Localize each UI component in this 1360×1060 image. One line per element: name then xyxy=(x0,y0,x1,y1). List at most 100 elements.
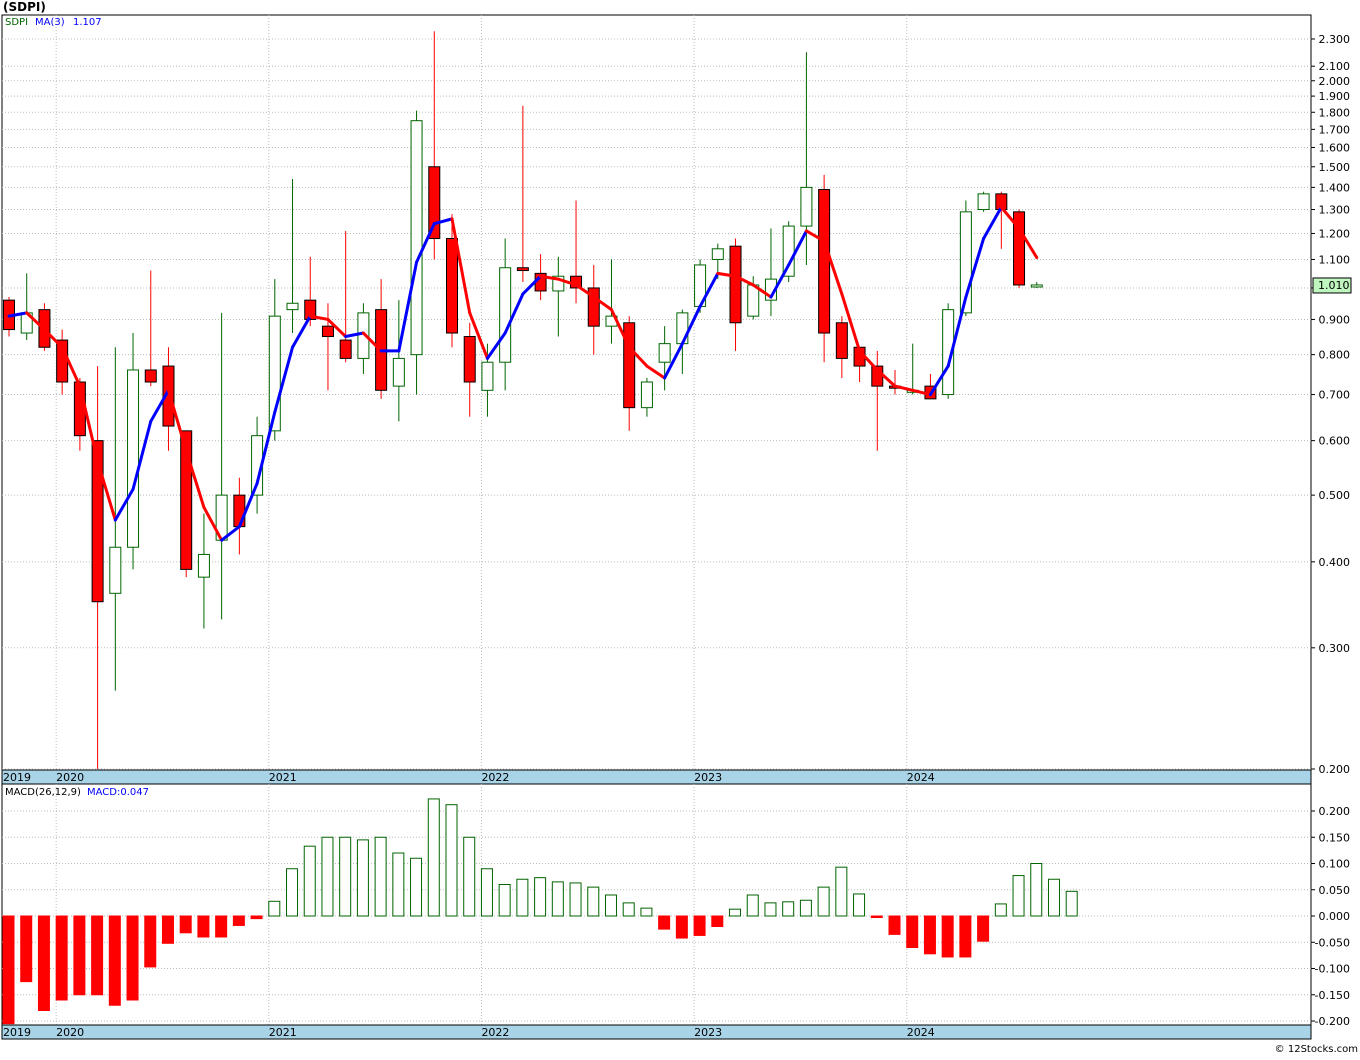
macd-bar-positive xyxy=(286,868,299,917)
candle-body-up xyxy=(410,120,423,356)
macd-bar-positive xyxy=(569,882,582,917)
macd-bar-positive xyxy=(303,845,316,917)
macd-bar-negative xyxy=(658,915,671,930)
candle-body-down xyxy=(428,166,441,239)
macd-bar-negative xyxy=(906,915,919,948)
candle-body-up xyxy=(499,267,512,363)
macd-bar-positive xyxy=(764,902,777,917)
macd-y-tick-label: -0.050 xyxy=(1315,936,1350,949)
macd-x-tick-label: 2022 xyxy=(481,1026,509,1039)
candle-body-down xyxy=(446,237,458,334)
price-y-tick-label: 1.200 xyxy=(1319,227,1351,240)
macd-y-tick-label: 0.150 xyxy=(1319,831,1351,844)
macd-bar-positive xyxy=(729,908,742,917)
macd-bar-negative xyxy=(923,915,936,955)
macd-bar-negative xyxy=(179,915,192,934)
price-y-tick-label: 0.600 xyxy=(1319,435,1351,448)
candle-body-down xyxy=(321,325,334,338)
candle-body-down xyxy=(729,245,742,324)
macd-bar-negative xyxy=(91,915,104,996)
macd-x-tick-label: 2020 xyxy=(56,1026,84,1039)
candle-body-down xyxy=(339,339,352,359)
macd-bar-negative xyxy=(250,915,263,920)
macd-bar-negative xyxy=(941,915,954,958)
macd-bar-positive xyxy=(374,836,387,917)
macd-y-tick-label: -0.200 xyxy=(1315,1015,1350,1028)
macd-bar-positive xyxy=(782,901,795,917)
macd-y-tick-label: 0.100 xyxy=(1319,858,1351,871)
macd-y-tick-label: 0.200 xyxy=(1319,805,1351,818)
macd-bar-negative xyxy=(108,915,121,1006)
price-x-tick-label: 2024 xyxy=(907,771,935,784)
candle-body-down xyxy=(233,494,246,528)
macd-bar-negative xyxy=(2,915,15,1025)
price-x-tick-label: 2021 xyxy=(269,771,297,784)
macd-bar-positive xyxy=(622,902,635,917)
price-y-tick-label: 1.100 xyxy=(1319,253,1351,266)
price-x-tick-label: 2019 xyxy=(3,771,31,784)
candle-body-up xyxy=(127,369,140,548)
price-y-tick-label: 1.700 xyxy=(1319,123,1351,136)
price-legend-symbol: SDPI xyxy=(5,17,28,28)
macd-y-tick-label: 0.050 xyxy=(1319,884,1351,897)
macd-bar-negative xyxy=(232,915,245,926)
macd-bar-positive xyxy=(640,907,653,917)
price-legend-ma-value: 1.107 xyxy=(73,17,102,28)
candle-body-up xyxy=(392,357,405,387)
candle-body-up xyxy=(658,343,671,363)
macd-bar-negative xyxy=(711,915,724,927)
macd-bar-negative xyxy=(20,915,33,983)
macd-bar-positive xyxy=(480,868,493,917)
candle-body-down xyxy=(516,267,529,272)
candle-body-down xyxy=(623,322,636,409)
candle-body-up xyxy=(800,186,813,227)
macd-bar-positive xyxy=(1065,890,1078,917)
candle-body-up xyxy=(640,381,653,409)
macd-bar-positive xyxy=(551,881,564,917)
macd-bar-negative xyxy=(161,915,174,944)
last-price-tag-label: 1.010 xyxy=(1318,279,1350,292)
macd-bar-negative xyxy=(126,915,139,1001)
price-y-tick-label: 2.000 xyxy=(1319,75,1351,88)
price-x-tick-label: 2022 xyxy=(481,771,509,784)
macd-bar-positive xyxy=(853,893,866,917)
price-legend-ma: MA(3) xyxy=(35,17,65,28)
macd-y-tick-label: -0.100 xyxy=(1315,963,1350,976)
symbol-title: (SDPI) xyxy=(3,0,46,14)
macd-bar-positive xyxy=(356,839,369,917)
price-y-tick-label: 0.800 xyxy=(1319,349,1351,362)
macd-x-tick-label: 2023 xyxy=(694,1026,722,1039)
macd-bar-positive xyxy=(799,899,812,917)
candle-body-up xyxy=(977,193,990,211)
macd-bar-positive xyxy=(835,866,848,917)
macd-bar-negative xyxy=(675,915,688,939)
price-y-tick-label: 1.300 xyxy=(1319,204,1351,217)
macd-bar-positive xyxy=(817,886,830,917)
price-y-tick-label: 0.300 xyxy=(1319,642,1351,655)
price-y-tick-label: 0.900 xyxy=(1319,313,1351,326)
macd-x-tick-label: 2024 xyxy=(907,1026,935,1039)
macd-bar-negative xyxy=(73,915,86,996)
price-y-tick-label: 0.400 xyxy=(1319,556,1351,569)
candle-body-up xyxy=(1030,284,1043,288)
macd-x-tick-label: 2019 xyxy=(3,1026,31,1039)
price-y-tick-label: 1.800 xyxy=(1319,106,1351,119)
macd-y-axis: -0.200 -0.150 -0.100 -0.050 0.000 0.050 0.100 0… xyxy=(1311,805,1350,1028)
candle-body-up xyxy=(747,284,760,317)
price-y-tick-label: 2.300 xyxy=(1319,33,1351,46)
macd-bar-positive xyxy=(746,894,759,917)
macd-panel-frame xyxy=(1,783,1312,1026)
macd-bar-negative xyxy=(144,915,157,968)
price-y-tick-label: 1.400 xyxy=(1319,181,1351,194)
macd-bar-negative xyxy=(37,915,50,1011)
macd-bar-positive xyxy=(604,894,617,917)
candle-body-up xyxy=(286,302,299,311)
macd-bar-negative xyxy=(870,915,883,918)
macd-y-tick-label: 0.000 xyxy=(1319,910,1351,923)
macd-bar-negative xyxy=(215,915,228,938)
macd-bar-positive xyxy=(427,798,440,917)
price-y-tick-label: 2.100 xyxy=(1319,60,1351,73)
macd-x-tick-label: 2021 xyxy=(269,1026,297,1039)
macd-bar-positive xyxy=(463,836,476,917)
candle-body-up xyxy=(109,546,122,594)
